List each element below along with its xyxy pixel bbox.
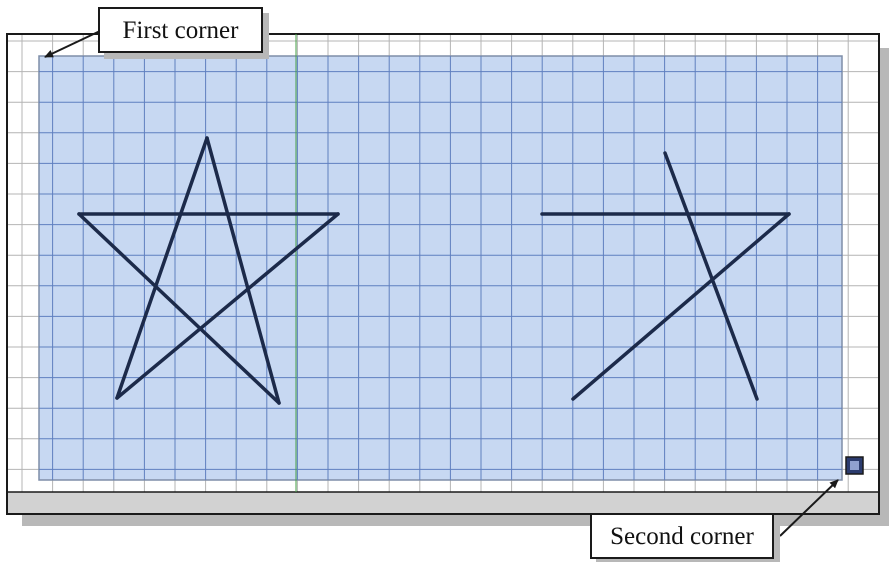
second-corner-label: Second corner [590,513,774,559]
selection-window[interactable] [38,55,843,481]
first-corner-label: First corner [98,7,263,53]
grip-handle-icon[interactable] [845,456,864,475]
frame-bottom-strip [8,492,878,513]
drawing-canvas[interactable] [0,0,895,562]
